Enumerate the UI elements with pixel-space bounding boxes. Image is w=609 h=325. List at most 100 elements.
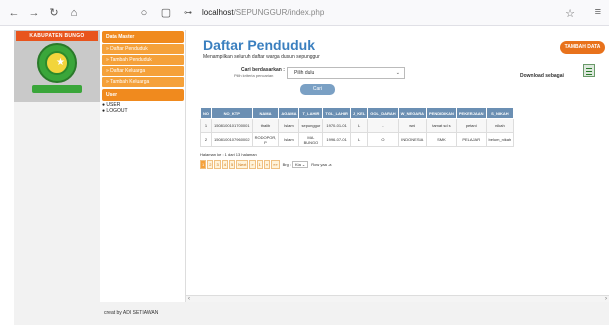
- chevron-down-icon: ⌄: [395, 70, 400, 76]
- table-cell: L: [349, 132, 369, 147]
- search-select-value: Pilih dulu: [294, 70, 315, 76]
- table-row[interactable]: 2 1508100107960002 RODOPOR, P Islam MA. …: [200, 132, 515, 147]
- col-header: W_NEGARA: [397, 107, 427, 119]
- page-button[interactable]: 2: [207, 160, 214, 169]
- footer: creat by ADI SETIAWAN: [100, 302, 609, 325]
- table-cell: 1970-01-01: [322, 118, 351, 133]
- table-cell: 1996-07-01: [322, 132, 351, 147]
- brg-select[interactable]: Kia ⌄: [292, 161, 309, 168]
- table-cell: 1: [200, 118, 212, 133]
- logo-emblem-icon: ★: [37, 43, 77, 83]
- connection-icon: ⊶: [184, 8, 192, 17]
- sidebar-item-tambah-keluarga[interactable]: » Tambah Keluarga: [102, 77, 184, 87]
- col-header: NAMA: [251, 107, 280, 119]
- page: KABUPATEN BUNGO ★ Data Master » Daftar P…: [14, 30, 609, 325]
- brg-select-value: Kia: [295, 162, 301, 167]
- col-header: GOL_DARAH: [367, 107, 399, 119]
- menu-icon[interactable]: ≡: [595, 6, 601, 18]
- col-header: NO_KTP: [211, 107, 253, 119]
- logo-header: KABUPATEN BUNGO ★: [14, 30, 100, 102]
- forward-icon[interactable]: →: [26, 7, 42, 19]
- table-cell: Islam: [278, 118, 300, 133]
- home-icon[interactable]: ⌂: [66, 7, 82, 19]
- col-header: S_NIKAH: [485, 107, 515, 119]
- page-button[interactable]: 3: [214, 160, 221, 169]
- table-cell: 1508100107960002: [211, 132, 253, 147]
- table-cell: 2: [200, 132, 212, 147]
- horizontal-scrollbar[interactable]: ‹ ›: [186, 295, 609, 302]
- url-host: localhost: [202, 8, 234, 17]
- nav-group: ← → ↻ ⌂: [6, 6, 82, 20]
- table-cell: thalib: [251, 118, 280, 133]
- page-icon: ▢: [160, 7, 172, 19]
- footer-credit: creat by ADI SETIAWAN: [104, 310, 159, 316]
- table-cell: belum_nikah: [485, 132, 515, 147]
- page-subtitle: Menampilkan seluruh daftar warga dusun s…: [203, 54, 320, 60]
- page-info: Halaman ke : 1 dari 13 halaman: [200, 152, 257, 157]
- col-header: PENDIDIKAN: [425, 107, 457, 119]
- col-header: T_LAHIR: [298, 107, 324, 119]
- table-cell: sepunggur: [298, 118, 324, 133]
- url-path: /SEPUNGGUR/index.php: [233, 8, 325, 17]
- table-cell: SMK: [425, 132, 457, 147]
- search-criteria-select[interactable]: Pilih dulu ⌄: [287, 67, 405, 79]
- col-header: TGL_LAHIR: [322, 107, 351, 119]
- url-bar[interactable]: ○ ▢ ⊶ localhost/SEPUNGGUR/index.php: [136, 6, 325, 20]
- browser-toolbar: ← → ↻ ⌂ ○ ▢ ⊶ localhost/SEPUNGGUR/index.…: [0, 0, 609, 26]
- col-header: NO: [200, 107, 212, 119]
- shield-icon: ○: [140, 6, 148, 19]
- col-header: PEKERJAAN: [455, 107, 487, 119]
- page-button[interactable]: 1: [200, 160, 207, 169]
- col-header: AGAMA: [278, 107, 300, 119]
- row-label: Row yaa ‑a: [311, 162, 332, 167]
- table-cell: MA. BUNGO: [298, 132, 324, 147]
- table-cell: INDONESIA: [397, 132, 427, 147]
- table-cell: Islam: [278, 132, 300, 147]
- sidebar-item-daftar-penduduk[interactable]: » Daftar Penduduk: [102, 44, 184, 54]
- last-page-button[interactable]: »»: [271, 160, 280, 169]
- sidebar-link-logout-label: LOGOUT: [106, 108, 128, 114]
- add-data-button[interactable]: TAMBAH DATA: [560, 41, 605, 54]
- back-icon[interactable]: ←: [6, 7, 22, 19]
- brg-label: Brg :: [282, 162, 292, 167]
- kabupaten-banner: KABUPATEN BUNGO: [16, 31, 98, 41]
- page-button[interactable]: 1: [256, 160, 263, 169]
- table-cell: -: [367, 118, 399, 133]
- col-header: J_KEL: [349, 107, 369, 119]
- table-cell: petani: [455, 118, 487, 133]
- url-text[interactable]: localhost/SEPUNGGUR/index.php: [202, 8, 324, 17]
- table-cell: wni: [397, 118, 427, 133]
- penduduk-table: NO NO_KTP NAMA AGAMA T_LAHIR TGL_LAHIR J…: [200, 107, 515, 147]
- page-title: Daftar Penduduk: [203, 37, 316, 53]
- page-button[interactable]: »: [249, 160, 256, 169]
- main-content: Daftar Penduduk Menampilkan seluruh daft…: [186, 30, 609, 302]
- sidebar: Data Master » Daftar Penduduk » Tambah P…: [100, 30, 186, 302]
- logo-ribbon: [32, 85, 82, 93]
- bookmark-star-icon[interactable]: ☆: [565, 7, 575, 20]
- table-cell: L: [349, 118, 369, 133]
- table-cell: PELAJAR: [455, 132, 487, 147]
- table-row[interactable]: 1 1508100101700001 thalib Islam sepunggu…: [200, 118, 515, 133]
- next-page-button[interactable]: Next: [236, 160, 249, 169]
- page-button[interactable]: 5: [228, 160, 236, 169]
- table-cell: tamat sd s: [425, 118, 457, 133]
- sidebar-item-tambah-penduduk[interactable]: » Tambah Penduduk: [102, 55, 184, 65]
- search-hint: Pilih kriteria pencarian: [234, 73, 274, 78]
- table-cell: 1508100101700001: [211, 118, 253, 133]
- footer-left: [14, 302, 100, 325]
- excel-download-icon[interactable]: [583, 64, 595, 77]
- search-button[interactable]: Cari: [300, 84, 335, 95]
- sidebar-item-daftar-keluarga[interactable]: » Daftar Keluarga: [102, 66, 184, 76]
- page-button[interactable]: »: [263, 160, 271, 169]
- sidebar-heading-user: User: [102, 89, 184, 101]
- page-button[interactable]: 4: [221, 160, 228, 169]
- sidebar-heading-data-master: Data Master: [102, 31, 184, 43]
- table-cell: O: [367, 132, 399, 147]
- reload-icon[interactable]: ↻: [46, 6, 62, 19]
- pagination: 1 2 3 4 5 Next » 1 » »» Brg : Kia ⌄ Row …: [200, 160, 332, 169]
- sidebar-link-logout[interactable]: ● LOGOUT: [100, 108, 185, 114]
- emblem-center: ★: [45, 51, 69, 75]
- table-cell: RODOPOR, P: [251, 132, 280, 147]
- download-label: Download sebagai: [520, 73, 564, 79]
- table-header-row: NO NO_KTP NAMA AGAMA T_LAHIR TGL_LAHIR J…: [200, 107, 515, 119]
